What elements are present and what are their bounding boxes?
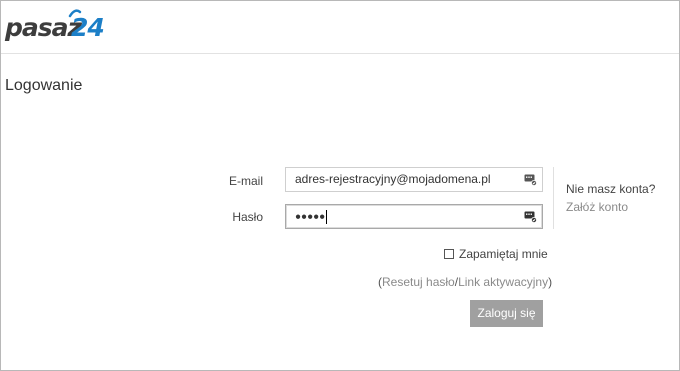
account-links: (Resetuj hasło/Link aktywacyjny) [378, 275, 552, 289]
password-label: Hasło [232, 210, 263, 224]
page: pasaz 24 Logowanie E-mail adres-rejestra… [0, 0, 680, 371]
password-manager-icon[interactable] [524, 173, 537, 186]
register-question: Nie masz konta? [566, 182, 656, 196]
email-field[interactable]: adres-rejestracyjny@mojadomena.pl [285, 167, 543, 192]
divider [553, 167, 554, 229]
email-value: adres-rejestracyjny@mojadomena.pl [295, 172, 491, 187]
activation-link[interactable]: Link aktywacyjny [458, 275, 548, 289]
password-field[interactable]: ●●●●● [285, 204, 543, 229]
remember-label: Zapamiętaj mnie [459, 247, 548, 261]
links-paren-close: ) [548, 275, 553, 289]
password-value: ●●●●● [295, 211, 326, 223]
password-manager-icon[interactable] [524, 210, 537, 223]
page-title: Logowanie [5, 77, 83, 94]
login-button[interactable]: Zaloguj się [470, 300, 543, 327]
header: pasaz 24 [1, 1, 679, 54]
text-caret [326, 209, 328, 224]
remember-checkbox[interactable] [444, 249, 454, 259]
email-label: E-mail [228, 174, 263, 188]
logo-number: 24 [71, 13, 105, 42]
register-link[interactable]: Załóż konto [566, 200, 628, 214]
reset-password-link[interactable]: Resetuj hasło [382, 275, 455, 289]
remember-me[interactable]: Zapamiętaj mnie [444, 247, 548, 261]
